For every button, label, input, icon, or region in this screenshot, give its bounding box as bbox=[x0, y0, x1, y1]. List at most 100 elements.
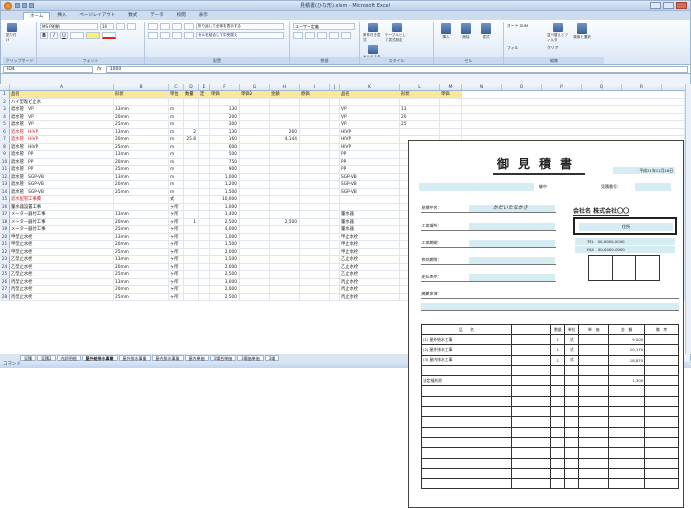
quote-cell[interactable]: (1) 屋外給水工事 bbox=[421, 333, 512, 346]
header-amount[interactable]: 金額 bbox=[270, 91, 300, 98]
quote-cell[interactable] bbox=[644, 426, 679, 438]
sheet-tab[interactable]: 3場価単価 bbox=[237, 354, 264, 361]
cell[interactable]: 600 bbox=[210, 143, 240, 150]
cell[interactable]: 20mm bbox=[114, 136, 169, 143]
cell[interactable]: 量水器設置工事 bbox=[10, 203, 114, 210]
cell[interactable] bbox=[300, 136, 330, 143]
quote-cell[interactable] bbox=[550, 406, 566, 418]
column-header[interactable]: R bbox=[622, 84, 662, 90]
cell[interactable] bbox=[300, 98, 330, 105]
cell[interactable] bbox=[330, 173, 340, 180]
cell[interactable]: 1,000 bbox=[210, 233, 240, 240]
cell[interactable]: 丙型止水栓 bbox=[10, 293, 114, 300]
cell[interactable]: ヶ所 bbox=[169, 211, 184, 218]
sort-filter-button[interactable]: 並べ替えとフィルタ bbox=[547, 23, 569, 43]
header-qty[interactable]: 数量 bbox=[184, 91, 199, 98]
cell[interactable]: ヶ所 bbox=[169, 271, 184, 278]
quote-cell[interactable]: 1 bbox=[550, 354, 566, 366]
indent-button[interactable] bbox=[184, 32, 194, 39]
quote-cell[interactable] bbox=[421, 395, 512, 408]
font-name-select[interactable]: MS P明朝 bbox=[40, 23, 98, 30]
cell[interactable]: m bbox=[169, 158, 184, 165]
cell[interactable]: 乙止水栓 bbox=[340, 271, 400, 278]
quote-cell[interactable] bbox=[550, 457, 566, 469]
sheet-tab[interactable]: 屋内排水事業 bbox=[151, 354, 184, 361]
cell[interactable] bbox=[270, 98, 300, 105]
column-header[interactable]: F bbox=[210, 84, 240, 90]
sheet-tab[interactable]: 見積2 bbox=[37, 354, 56, 361]
quote-cell[interactable] bbox=[510, 406, 552, 418]
cell[interactable] bbox=[240, 256, 270, 263]
cell[interactable]: 1,000 bbox=[210, 173, 240, 180]
cell[interactable]: 2,500 bbox=[210, 218, 240, 225]
cell[interactable]: 遮水管 PP bbox=[10, 158, 114, 165]
fx-icon[interactable]: fx bbox=[97, 66, 102, 72]
cell[interactable] bbox=[300, 181, 330, 188]
cell[interactable] bbox=[199, 278, 210, 285]
tab-view[interactable]: 表示 bbox=[193, 12, 214, 20]
header-shape[interactable]: 形状 bbox=[114, 91, 169, 98]
cell[interactable] bbox=[330, 128, 340, 135]
cell[interactable] bbox=[300, 256, 330, 263]
cell[interactable]: 遮水管 VP bbox=[10, 106, 114, 113]
quote-cell[interactable] bbox=[550, 447, 566, 459]
cell[interactable] bbox=[300, 121, 330, 128]
cell[interactable]: 1,000 bbox=[210, 203, 240, 210]
cell[interactable]: 25mm bbox=[114, 293, 169, 300]
column-header[interactable]: A bbox=[10, 84, 114, 90]
cell[interactable]: ヶ所 bbox=[169, 233, 184, 240]
row-number[interactable]: 9 bbox=[0, 151, 10, 158]
cell[interactable]: 丙止水栓 bbox=[340, 286, 400, 293]
cell[interactable]: 25.8 bbox=[184, 136, 199, 143]
row-number[interactable]: 3 bbox=[0, 106, 10, 113]
cell[interactable] bbox=[199, 98, 210, 105]
formula-input[interactable]: 1000 bbox=[105, 65, 688, 73]
cell[interactable] bbox=[199, 256, 210, 263]
column-header[interactable]: L bbox=[400, 84, 440, 90]
cell[interactable]: 甲止水栓 bbox=[340, 233, 400, 240]
cell[interactable]: 25mm bbox=[114, 271, 169, 278]
cell[interactable] bbox=[330, 143, 340, 150]
cell[interactable] bbox=[330, 241, 340, 248]
cell[interactable]: 甲止水栓 bbox=[340, 241, 400, 248]
row-number[interactable]: 11 bbox=[0, 166, 10, 173]
row-number[interactable]: 6 bbox=[0, 128, 10, 135]
cell[interactable] bbox=[300, 203, 330, 210]
cell[interactable] bbox=[330, 113, 340, 120]
cell[interactable] bbox=[330, 98, 340, 105]
quote-cell[interactable] bbox=[564, 416, 580, 428]
save-icon[interactable] bbox=[15, 3, 20, 8]
cell[interactable] bbox=[330, 166, 340, 173]
align-top-button[interactable] bbox=[148, 23, 158, 30]
quote-cell[interactable] bbox=[421, 447, 512, 459]
cell[interactable] bbox=[462, 98, 685, 105]
cell[interactable] bbox=[184, 188, 199, 195]
cell[interactable]: 遮水配管工事費 bbox=[10, 196, 114, 203]
cell[interactable] bbox=[330, 203, 340, 210]
bold-button[interactable]: B bbox=[40, 32, 48, 39]
cell[interactable] bbox=[270, 286, 300, 293]
cell[interactable] bbox=[184, 98, 199, 105]
cell[interactable] bbox=[240, 158, 270, 165]
cell[interactable]: 甲止水栓 bbox=[340, 248, 400, 255]
cell[interactable] bbox=[199, 271, 210, 278]
quote-cell[interactable]: 1 bbox=[550, 344, 566, 356]
row-number[interactable]: 15 bbox=[0, 196, 10, 203]
cell[interactable] bbox=[270, 166, 300, 173]
cell[interactable] bbox=[270, 271, 300, 278]
cell[interactable] bbox=[240, 211, 270, 218]
cell[interactable]: 4,000 bbox=[210, 226, 240, 233]
cell[interactable] bbox=[199, 263, 210, 270]
cell[interactable]: m bbox=[169, 166, 184, 173]
cell[interactable] bbox=[240, 106, 270, 113]
cell[interactable]: 甲型止水栓 bbox=[10, 248, 114, 255]
quote-cell[interactable] bbox=[578, 385, 610, 397]
cell[interactable] bbox=[199, 188, 210, 195]
quote-cell[interactable] bbox=[644, 406, 679, 418]
cell[interactable] bbox=[400, 128, 440, 135]
column-header[interactable]: O bbox=[502, 84, 542, 90]
quote-cell[interactable] bbox=[510, 426, 552, 438]
cell[interactable] bbox=[184, 196, 199, 203]
cell[interactable] bbox=[330, 263, 340, 270]
column-header[interactable]: E bbox=[199, 84, 210, 90]
